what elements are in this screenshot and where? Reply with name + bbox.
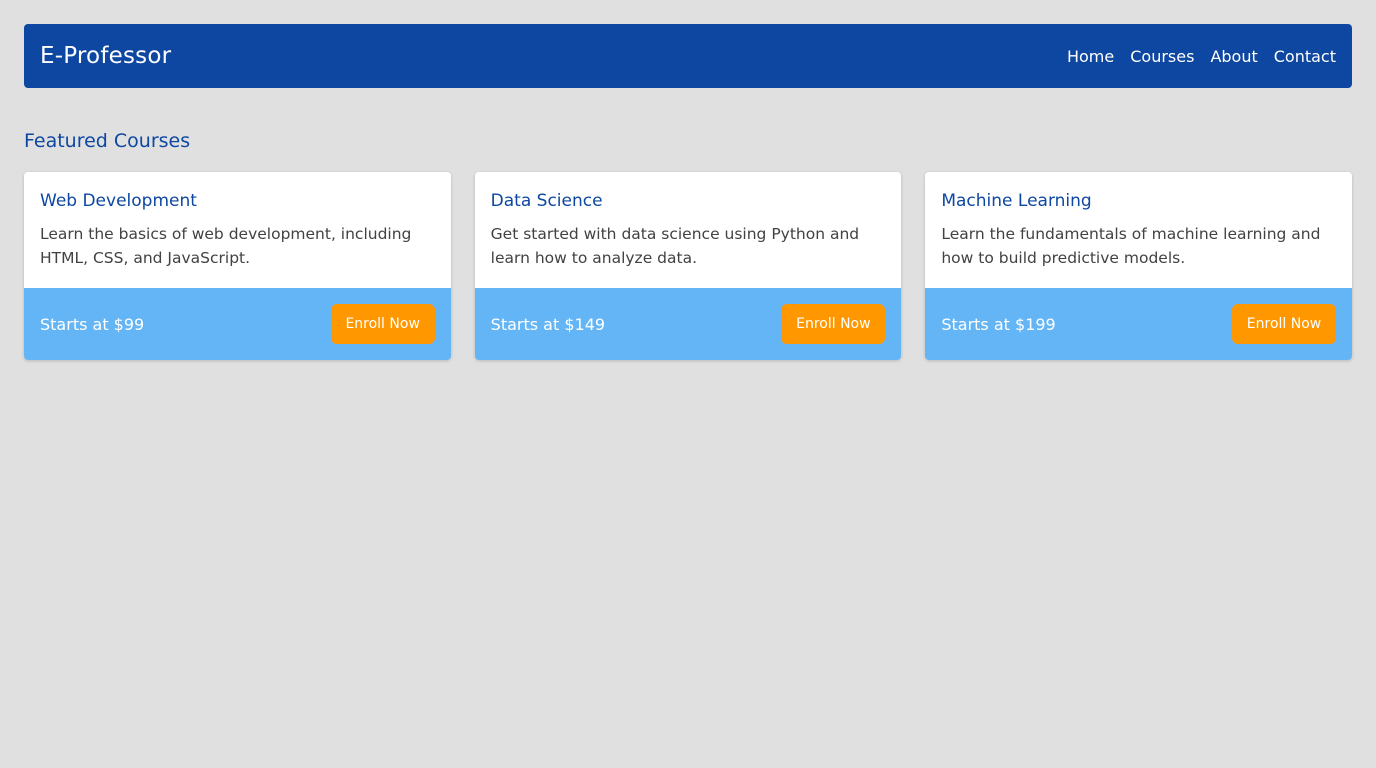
course-title: Data Science	[490, 191, 603, 211]
course-description: Learn the basics of web development, inc…	[40, 225, 412, 267]
course-description: Get started with data science using Pyth…	[490, 225, 860, 267]
course-card-web-development: Web Development Learn the basics of web …	[24, 172, 451, 360]
card-body: Data Science Get started with data scien…	[475, 172, 902, 288]
course-price: Starts at $99	[40, 314, 145, 334]
card-footer: Starts at $199 Enroll Now	[925, 288, 1353, 360]
nav-link-contact[interactable]: Contact	[1274, 47, 1336, 66]
main-nav: Home Courses About Contact	[1067, 47, 1336, 66]
nav-link-courses[interactable]: Courses	[1130, 47, 1194, 66]
enroll-button[interactable]: Enroll Now	[1232, 304, 1337, 344]
nav-link-about[interactable]: About	[1210, 47, 1257, 66]
course-title: Web Development	[40, 191, 197, 211]
card-body: Machine Learning Learn the fundamentals …	[925, 172, 1352, 288]
course-card-data-science: Data Science Get started with data scien…	[474, 172, 902, 360]
card-footer: Starts at $99 Enroll Now	[24, 288, 451, 360]
course-price: Starts at $149	[490, 314, 606, 334]
enroll-button[interactable]: Enroll Now	[781, 304, 886, 344]
section-title: Featured Courses	[24, 130, 191, 152]
card-body: Web Development Learn the basics of web …	[24, 172, 451, 288]
course-cards: Web Development Learn the basics of web …	[24, 172, 1353, 360]
site-header: E-Professor Home Courses About Contact	[24, 24, 1352, 88]
course-price: Starts at $199	[941, 314, 1056, 334]
course-card-machine-learning: Machine Learning Learn the fundamentals …	[925, 172, 1353, 360]
brand-logo-text[interactable]: E-Professor	[40, 43, 171, 69]
course-title: Machine Learning	[941, 191, 1092, 211]
enroll-button[interactable]: Enroll Now	[330, 304, 435, 344]
card-footer: Starts at $149 Enroll Now	[474, 288, 902, 360]
course-description: Learn the fundamentals of machine learni…	[941, 225, 1321, 267]
nav-link-home[interactable]: Home	[1067, 47, 1114, 66]
